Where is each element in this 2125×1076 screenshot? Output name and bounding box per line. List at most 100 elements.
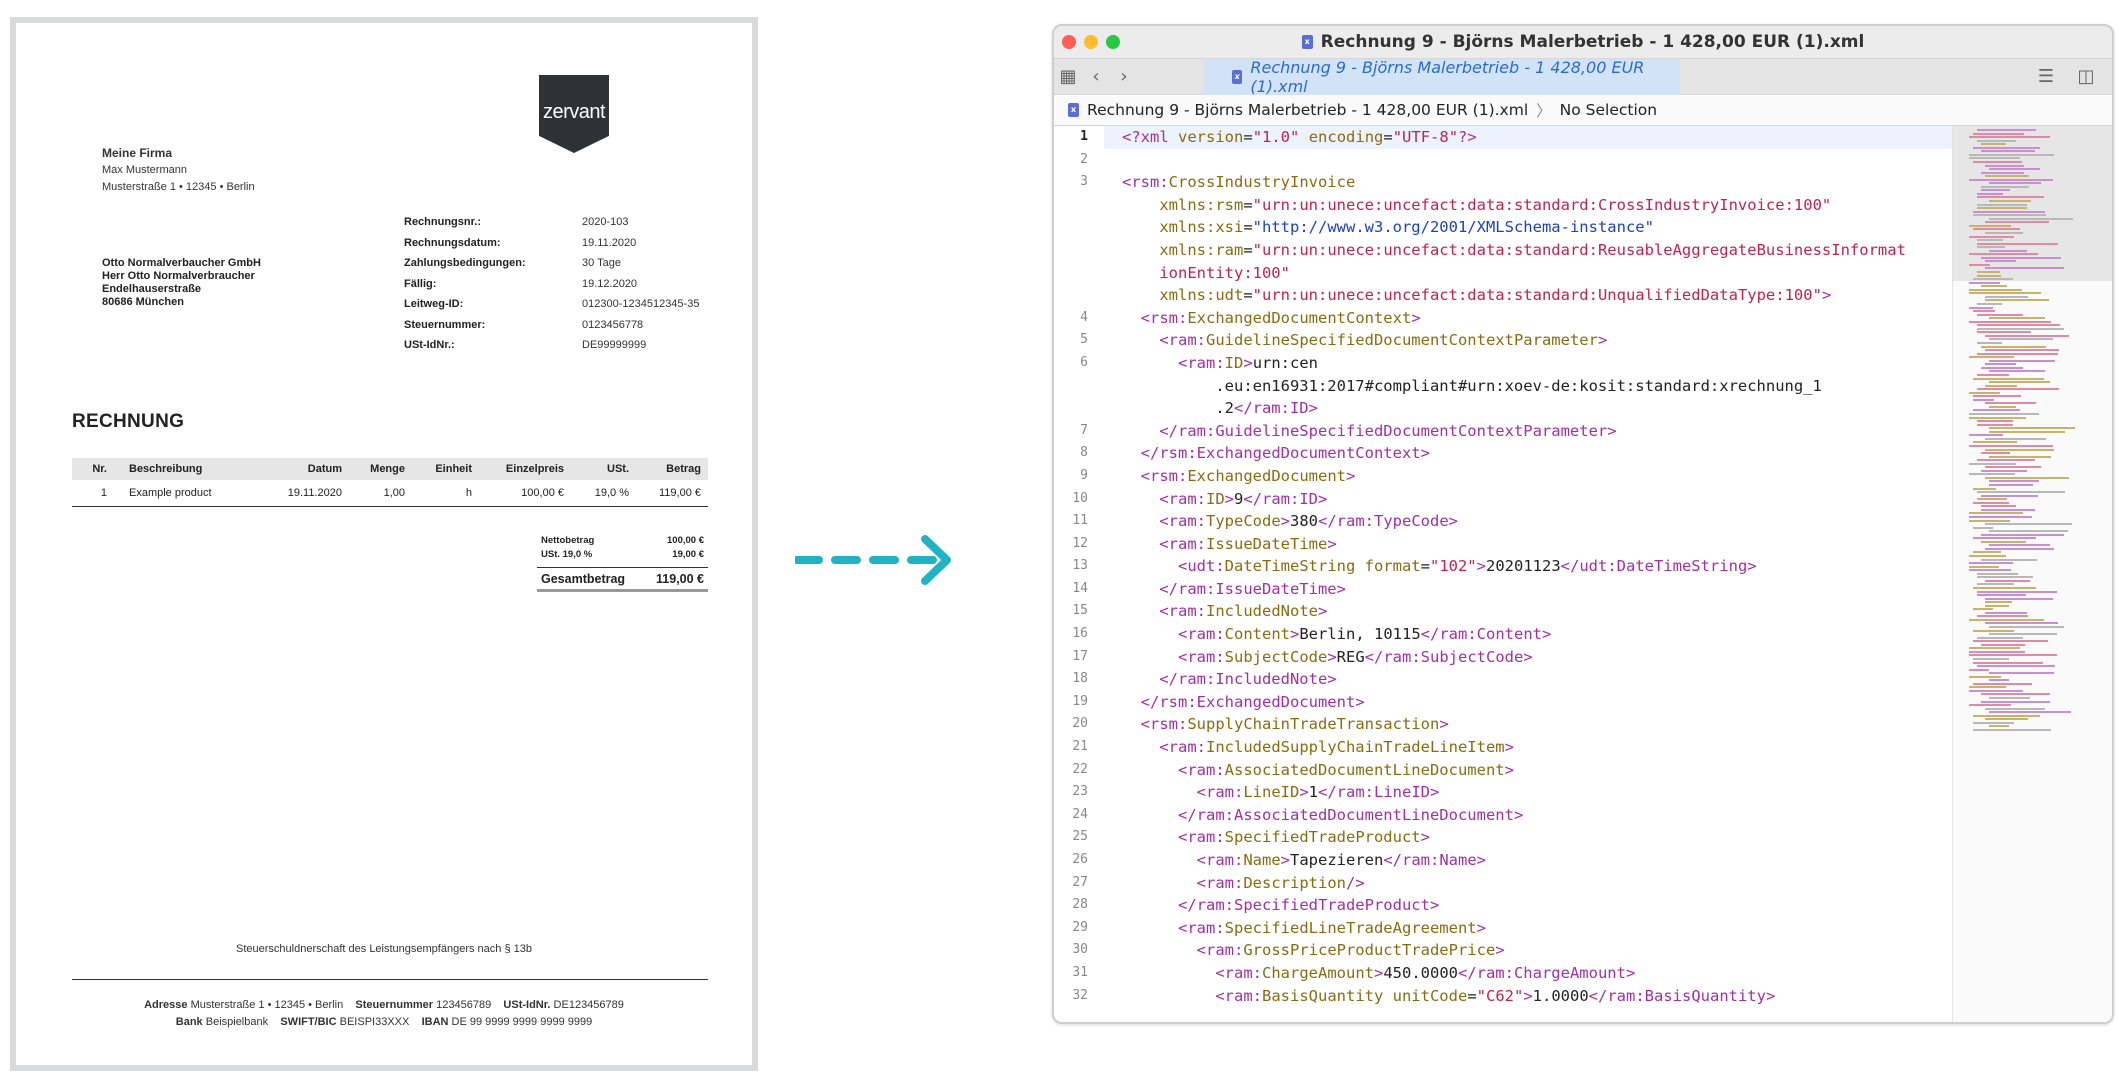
- meta-label: Fällig:: [404, 277, 437, 290]
- tab-xml-file[interactable]: x Rechnung 9 - Björns Malerbetrieb - 1 4…: [1204, 58, 1680, 96]
- minimap-line: [1981, 171, 2024, 174]
- minimap-line: [1981, 256, 2061, 259]
- code-line[interactable]: </rsm:ExchangedDocumentContext>: [1104, 442, 1952, 465]
- code-line[interactable]: <ram:BasisQuantity unitCode="C62">1.0000…: [1104, 985, 1952, 1008]
- line-number: [1054, 216, 1104, 239]
- xml-editor-window: x Rechnung 9 - Björns Malerbetrieb - 1 4…: [1052, 24, 2114, 1024]
- minimap-line: [1969, 569, 2011, 572]
- minimap-line: [1981, 558, 2037, 561]
- minimap-line: [1969, 157, 2020, 160]
- recipient-line: Herr Otto Normalverbraucher: [102, 270, 255, 282]
- code-line[interactable]: xmlns:udt="urn:un:unece:uncefact:data:st…: [1104, 284, 1952, 307]
- minimap-line: [1981, 345, 2046, 348]
- code-line[interactable]: </ram:IncludedNote>: [1104, 668, 1952, 691]
- footer-value: DE123456789: [553, 999, 624, 1011]
- zoom-button[interactable]: [1106, 35, 1120, 49]
- back-icon[interactable]: ‹: [1082, 63, 1110, 91]
- minimap-line: [1969, 650, 2025, 653]
- minimap-line: [1973, 526, 1993, 529]
- code-line[interactable]: </ram:IssueDateTime>: [1104, 578, 1952, 601]
- footer-label: Steuernummer: [355, 999, 434, 1011]
- minimize-button[interactable]: [1084, 35, 1098, 49]
- minimap-line: [1973, 586, 2036, 589]
- code-line[interactable]: ionEntity:100": [1104, 262, 1952, 285]
- code-line[interactable]: <ram:GrossPriceProductTradePrice>: [1104, 939, 1952, 962]
- code-line[interactable]: <ram:IncludedSupplyChainTradeLineItem>: [1104, 736, 1952, 759]
- minimap-line: [1977, 576, 2033, 579]
- code-line[interactable]: xmlns:rsm="urn:un:unece:uncefact:data:st…: [1104, 194, 1952, 217]
- code-line[interactable]: <ram:IncludedNote>: [1104, 600, 1952, 623]
- minimap-line: [1973, 537, 2036, 540]
- minimap-line: [1985, 221, 2049, 224]
- breadcrumb-file[interactable]: Rechnung 9 - Björns Malerbetrieb - 1 428…: [1087, 101, 1528, 119]
- close-button[interactable]: [1062, 35, 1076, 49]
- forward-icon[interactable]: ›: [1110, 63, 1138, 91]
- code-line[interactable]: <ram:LineID>1</ram:LineID>: [1104, 781, 1952, 804]
- code-line[interactable]: <ram:ID>9</ram:ID>: [1104, 488, 1952, 511]
- code-line[interactable]: <ram:SpecifiedTradeProduct>: [1104, 826, 1952, 849]
- code-line[interactable]: </ram:GuidelineSpecifiedDocumentContextP…: [1104, 420, 1952, 443]
- minimap-line: [1969, 515, 2032, 518]
- code-line[interactable]: <ram:IssueDateTime>: [1104, 533, 1952, 556]
- code-line[interactable]: </ram:AssociatedDocumentLineDocument>: [1104, 804, 1952, 827]
- code-line[interactable]: <ram:ChargeAmount>450.0000</ram:ChargeAm…: [1104, 962, 1952, 985]
- minimap-line: [1985, 604, 2009, 607]
- code-line[interactable]: xmlns:ram="urn:un:unece:uncefact:data:st…: [1104, 239, 1952, 262]
- breadcrumb-selection[interactable]: No Selection: [1560, 101, 1657, 119]
- line-number: 27: [1072, 874, 1088, 890]
- code-line[interactable]: <ram:ID>urn:cen: [1104, 352, 1952, 375]
- code-line[interactable]: <rsm:ExchangedDocument>: [1104, 465, 1952, 488]
- code-line[interactable]: <udt:DateTimeString format="102">2020112…: [1104, 555, 1952, 578]
- code-line[interactable]: </rsm:ExchangedDocument>: [1104, 691, 1952, 714]
- minimap-line: [1969, 253, 2038, 256]
- minimap-line: [1985, 579, 2030, 582]
- minimap-line: [1977, 271, 2000, 273]
- code-line[interactable]: <ram:SpecifiedLineTradeAgreement>: [1104, 917, 1952, 940]
- net-row: Nettobetrag 100,00 €: [537, 535, 708, 549]
- minimap-line: [1981, 452, 2010, 455]
- meta-label: USt-IdNr.:: [404, 339, 455, 351]
- minimap-line: [1977, 420, 2013, 423]
- code-line[interactable]: [1104, 149, 1952, 172]
- code-line[interactable]: <ram:Content>Berlin, 10115</ram:Content>: [1104, 623, 1952, 646]
- minimap-line: [1969, 675, 2001, 678]
- minimap[interactable]: [1952, 126, 2112, 1022]
- minimap-line: [1985, 334, 2069, 337]
- code-line[interactable]: <rsm:SupplyChainTradeTransaction>: [1104, 713, 1952, 736]
- code-line[interactable]: <?xml version="1.0" encoding="UTF-8"?>: [1104, 126, 1952, 149]
- code-line[interactable]: <ram:Name>Tapezieren</ram:Name>: [1104, 849, 1952, 872]
- code-line[interactable]: xmlns:xsi="http://www.w3.org/2001/XMLSch…: [1104, 216, 1952, 239]
- minimap-line: [1969, 320, 2051, 323]
- line-number: 5: [1080, 332, 1088, 348]
- grid-icon[interactable]: ▦: [1054, 63, 1082, 91]
- window-title: x Rechnung 9 - Björns Malerbetrieb - 1 4…: [1301, 32, 1864, 52]
- line-number: 32: [1072, 987, 1088, 1003]
- line-number: 19: [1072, 693, 1088, 709]
- code-line[interactable]: <ram:GuidelineSpecifiedDocumentContextPa…: [1104, 329, 1952, 352]
- code-line[interactable]: <ram:SubjectCode>REG</ram:SubjectCode>: [1104, 646, 1952, 669]
- code-line[interactable]: </ram:SpecifiedTradeProduct>: [1104, 894, 1952, 917]
- minimap-line: [1977, 373, 2009, 376]
- inspector-icon[interactable]: ☰: [2032, 63, 2060, 91]
- code-editor[interactable]: 1 2 3 4 5 6 7 8 9 10 11 12 13 14 15 16 17 18 19 20 21 22 23 24 2…: [1054, 126, 2112, 1022]
- code-line[interactable]: .2</ram:ID>: [1104, 397, 1952, 420]
- code-line[interactable]: <rsm:CrossIndustryInvoice: [1104, 171, 1952, 194]
- code-line[interactable]: <ram:AssociatedDocumentLineDocument>: [1104, 759, 1952, 782]
- code-line[interactable]: .eu:en16931:2017#compliant#urn:xoev-de:k…: [1104, 375, 1952, 398]
- minimap-line: [1981, 693, 2050, 696]
- toolbar-right: ☰ ◫: [2032, 63, 2112, 91]
- code-line[interactable]: <rsm:ExchangedDocumentContext>: [1104, 307, 1952, 330]
- minimap-line: [1989, 672, 2054, 675]
- meta-row: Rechnungsdatum: 19.11.2020: [404, 237, 699, 258]
- cell: h: [465, 487, 472, 499]
- line-number: 29: [1072, 919, 1088, 935]
- code-line[interactable]: <ram:TypeCode>380</ram:TypeCode>: [1104, 510, 1952, 533]
- code-area[interactable]: <?xml version="1.0" encoding="UTF-8"?> <r…: [1104, 126, 1952, 1022]
- minimap-line: [1969, 704, 2011, 707]
- footer-label: Adresse: [144, 999, 188, 1011]
- minimap-line: [1977, 615, 2028, 618]
- split-icon[interactable]: ◫: [2072, 63, 2100, 91]
- code-line[interactable]: <ram:Description/>: [1104, 872, 1952, 895]
- minimap-line: [1989, 381, 2050, 384]
- col-nr: Nr.: [92, 463, 107, 475]
